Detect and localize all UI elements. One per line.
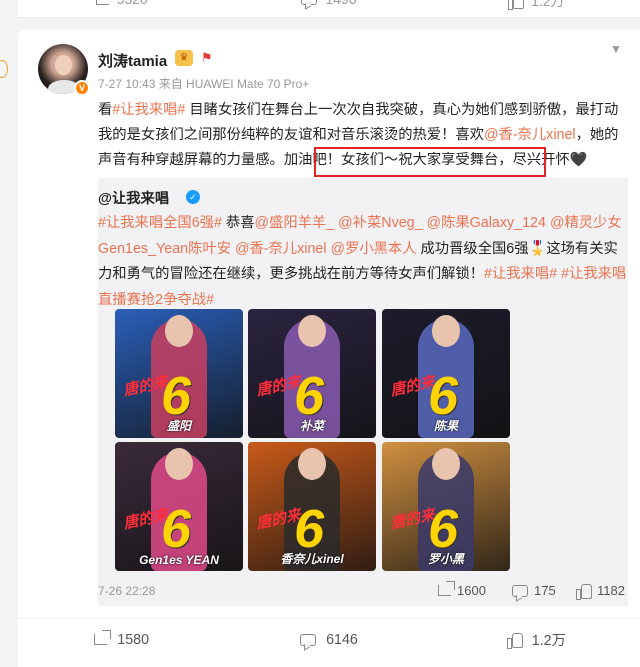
refresh-icon[interactable] <box>0 60 8 78</box>
prev-comment-button[interactable]: 1496 <box>225 0 432 7</box>
post-action-bar: 1580 6146 1.2万 <box>18 618 640 660</box>
top-six-number: 6 <box>428 499 459 559</box>
mention-link[interactable]: @补菜Nveg_ <box>334 215 422 231</box>
repost-author[interactable]: @让我来唱 <box>98 187 169 208</box>
post-text-highlighted: 加油吧！女孩们～祝大家享受舞台，尽兴开怀🖤 <box>283 152 588 168</box>
photo-grid: 唐的来 6 盛阳 唐的来 6 补菜 唐的来 6 陈果 唐的来 6 Gen1es YEAN 唐的来… <box>98 309 510 573</box>
photo-thumbnail[interactable]: 唐的来 6 Gen1es YEAN <box>115 442 243 571</box>
photo-thumbnail[interactable]: 唐的来 6 补菜 <box>248 309 376 438</box>
repost-comment-count: 175 <box>534 583 556 598</box>
singer-name-caption: Gen1es YEAN <box>139 553 219 567</box>
top-six-number: 6 <box>294 499 325 559</box>
mention-link[interactable]: @盛阳羊羊_ <box>255 215 335 231</box>
singer-name-caption: 盛阳 <box>166 419 191 433</box>
post-body: 看#让我来唱# 目睹女孩们在舞台上一次次自我突破，真心为她们感到骄傲，最打动我的… <box>98 98 628 173</box>
repost-like-button[interactable]: 1182 <box>576 583 625 600</box>
singer-head <box>165 315 193 347</box>
comment-icon <box>512 584 528 597</box>
singer-head <box>298 448 326 480</box>
mention-link[interactable]: @香-奈儿xinel <box>484 127 576 143</box>
share-icon <box>95 0 109 5</box>
photo-thumbnail[interactable]: 唐的来 6 香奈儿xinel <box>248 442 376 571</box>
singer-head <box>298 315 326 347</box>
comment-button[interactable]: 6146 <box>225 619 432 660</box>
reposted-content[interactable]: @让我来唱 ✓ #让我来唱全国6强# 恭喜@盛阳羊羊_ @补菜Nveg_ @陈果… <box>98 178 628 606</box>
like-icon <box>576 583 592 600</box>
post-username[interactable]: 刘涛tamia <box>98 50 167 71</box>
top-six-number: 6 <box>161 366 192 426</box>
top-six-number: 6 <box>161 499 192 559</box>
singer-name-caption: 补菜 <box>299 419 324 433</box>
post-meta: 7-27 10:43 来自 HUAWEI Mate 70 Pro+ <box>98 77 310 91</box>
repost-comment-button[interactable]: 175 <box>512 583 556 598</box>
singer-name-caption: 罗小黑 <box>427 552 464 566</box>
blue-verified-icon: ✓ <box>186 190 200 204</box>
like-count: 1.2万 <box>531 633 566 649</box>
avatar-face <box>55 55 72 75</box>
photo-thumbnail[interactable]: 唐的来 6 罗小黑 <box>382 442 510 571</box>
mention-link[interactable]: @陈果Galaxy_124 <box>423 215 546 231</box>
repost-timestamp: 7-26 22:28 <box>98 584 156 598</box>
weibo-post-card: V 刘涛tamia ♛ ⚑ 7-27 10:43 来自 HUAWEI Mate … <box>18 30 640 667</box>
repost-text-part: 恭喜 <box>221 215 255 231</box>
share-button[interactable]: 1580 <box>18 619 225 660</box>
mention-link[interactable]: @罗小黑本人 <box>327 241 417 257</box>
prev-share-button[interactable]: 5320 <box>18 0 225 7</box>
like-button[interactable]: 1.2万 <box>433 619 640 660</box>
hashtag-link[interactable]: #让我来唱# <box>484 266 557 282</box>
comment-icon <box>301 0 318 5</box>
vip-crown-icon[interactable]: ♛ <box>175 50 193 66</box>
singer-name-caption: 陈果 <box>433 419 458 433</box>
previous-post-action-bar: 5320 1496 1.2万 <box>18 0 640 18</box>
like-icon <box>506 632 523 649</box>
prev-share-count: 5320 <box>117 0 148 7</box>
top-six-number: 6 <box>428 366 459 426</box>
prev-comment-count: 1496 <box>325 0 356 7</box>
hashtag-link[interactable]: #让我来唱全国6强# <box>98 215 222 231</box>
singer-head <box>432 448 460 480</box>
repost-body: #让我来唱全国6强# 恭喜@盛阳羊羊_ @补菜Nveg_ @陈果Galaxy_1… <box>98 211 628 313</box>
comment-icon <box>300 633 317 646</box>
top-six-number: 6 <box>294 366 325 426</box>
share-icon <box>438 581 455 596</box>
singer-head <box>432 315 460 347</box>
hashtag-link[interactable]: #让我来唱# <box>112 102 185 118</box>
mention-link[interactable]: @香-奈儿xinel <box>231 241 327 257</box>
verified-badge-icon: V <box>74 80 90 96</box>
singer-name-caption: 香奈儿xinel <box>280 552 344 566</box>
chevron-down-icon[interactable]: ▼ <box>610 42 624 56</box>
repost-like-count: 1182 <box>597 583 625 598</box>
repost-share-button[interactable]: 1600 <box>438 581 486 598</box>
red-flag-icon[interactable]: ⚑ <box>201 50 213 66</box>
comment-count: 6146 <box>326 631 358 648</box>
photo-thumbnail[interactable]: 唐的来 6 陈果 <box>382 309 510 438</box>
prev-like-button[interactable]: 1.2万 <box>433 0 640 11</box>
photo-thumbnail[interactable]: 唐的来 6 盛阳 <box>115 309 243 438</box>
like-icon <box>508 0 525 10</box>
prev-like-count: 1.2万 <box>531 0 565 9</box>
share-icon <box>94 630 112 645</box>
repost-share-count: 1600 <box>457 583 486 598</box>
post-text-part: 看 <box>98 102 113 118</box>
share-count: 1580 <box>117 631 150 648</box>
singer-head <box>165 448 193 480</box>
